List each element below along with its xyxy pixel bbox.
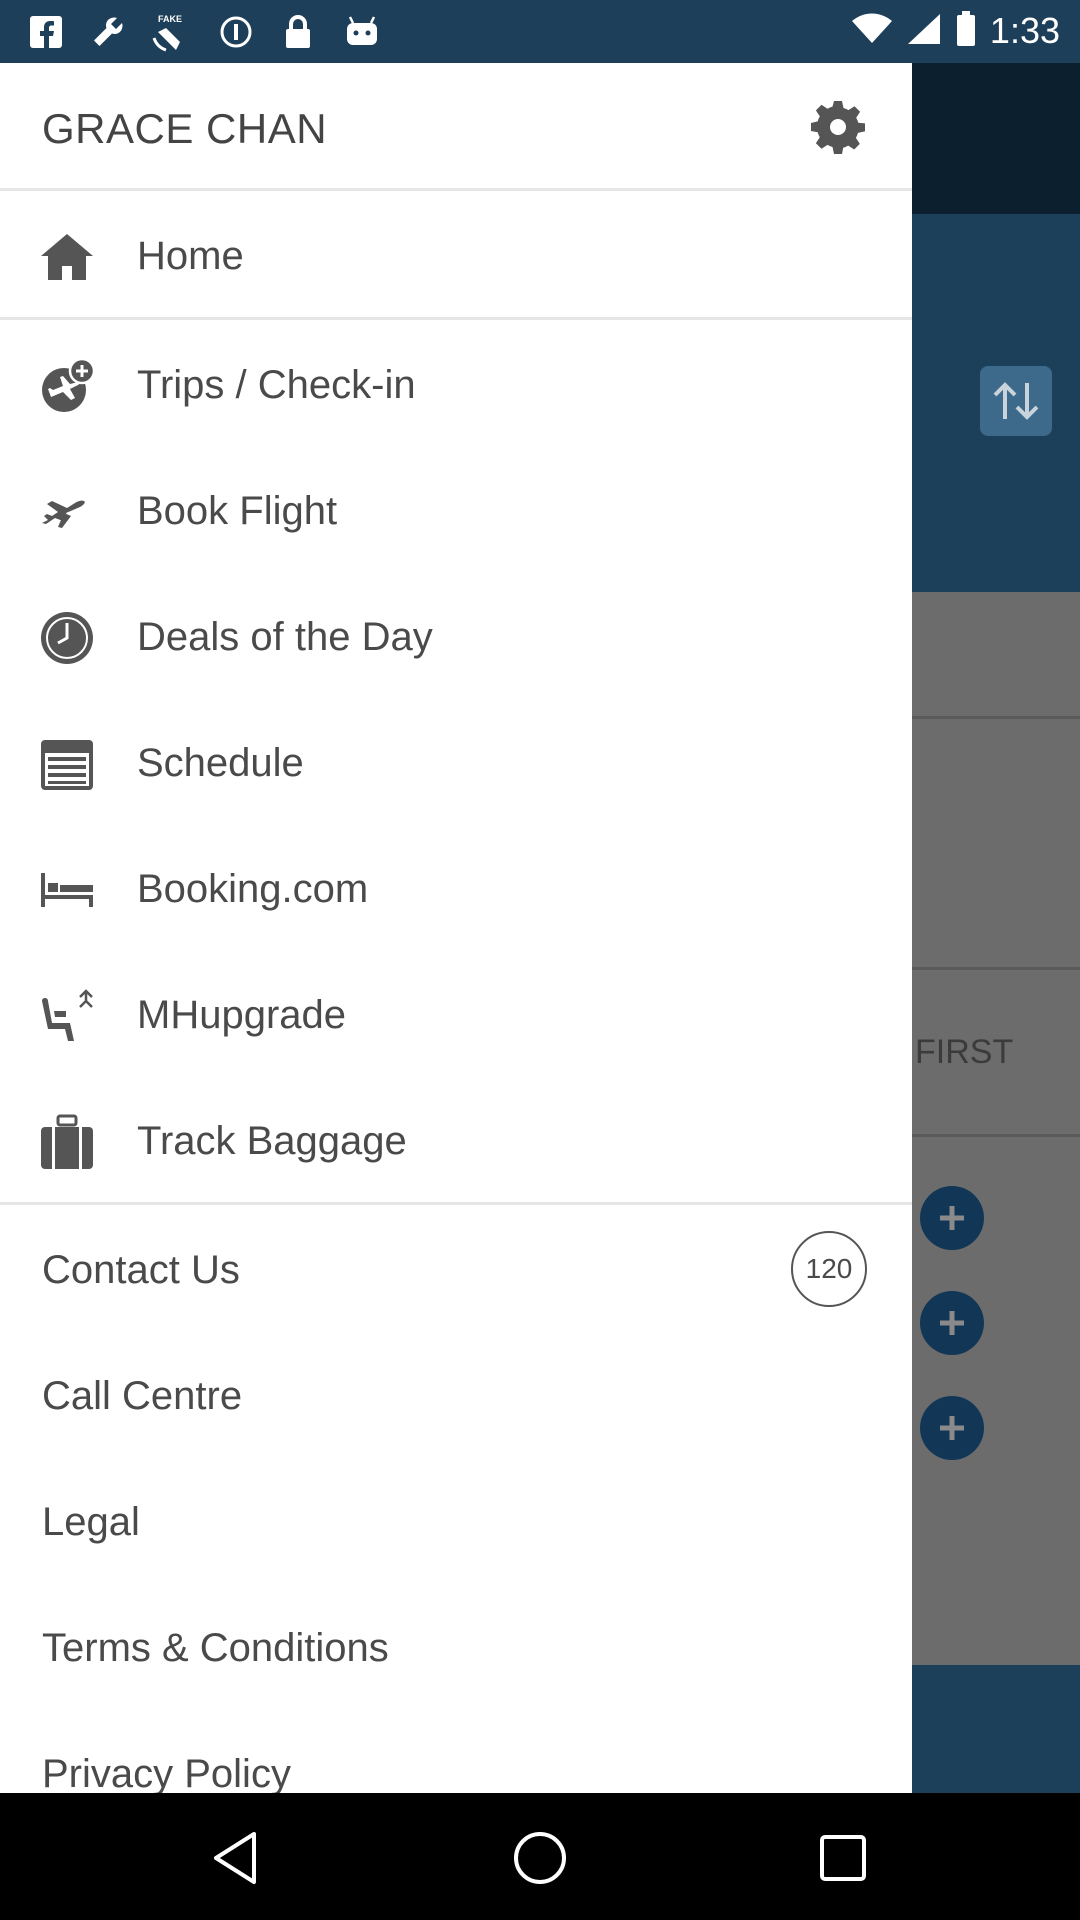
plus-circle-icon[interactable] <box>920 1186 984 1250</box>
nav-item-schedule[interactable]: Schedule <box>0 699 912 825</box>
nav-item-label: Booking.com <box>137 867 369 911</box>
seat-upgrade-icon <box>38 987 96 1045</box>
fake-gps-icon: FAKE <box>150 12 190 52</box>
nav-item-label: Schedule <box>137 741 304 785</box>
lock-icon <box>278 12 318 52</box>
nav-item-deals-of-the-day[interactable]: Deals of the Day <box>0 573 912 699</box>
signal-icon <box>906 12 942 51</box>
trips-checkin-icon <box>38 357 96 415</box>
cabin-class-label[interactable]: FIRST <box>915 1033 1013 1072</box>
nav-item-booking-com[interactable]: Booking.com <box>0 825 912 951</box>
nav-item-label: Contact Us <box>42 1248 240 1292</box>
clock: 1:33 <box>989 10 1060 51</box>
plus-circle-icon[interactable] <box>920 1396 984 1460</box>
swap-arrows-icon[interactable] <box>980 366 1052 436</box>
nav-item-terms-conditions[interactable]: Terms & Conditions <box>0 1584 912 1710</box>
nav-item-label: Track Baggage <box>137 1119 407 1163</box>
gear-icon[interactable] <box>808 97 868 157</box>
nav-item-label: Privacy Policy <box>42 1752 291 1793</box>
nav-item-label: MHupgrade <box>137 993 347 1037</box>
divider <box>0 317 912 320</box>
battery-icon <box>956 10 976 52</box>
user-name: GRACE CHAN <box>42 105 328 152</box>
recents-icon[interactable] <box>808 1823 878 1893</box>
facebook-icon <box>26 12 66 52</box>
clock-icon <box>38 609 96 667</box>
plus-circle-icon[interactable] <box>920 1291 984 1355</box>
nav-item-book-flight[interactable]: Book Flight <box>0 447 912 573</box>
nav-item-label: Call Centre <box>42 1374 243 1418</box>
nav-item-contact-us[interactable]: Contact Us 120 <box>0 1206 912 1332</box>
home-circle-icon[interactable] <box>505 1823 575 1893</box>
schedule-icon <box>38 735 96 793</box>
nav-item-label: Terms & Conditions <box>42 1626 389 1670</box>
svg-text:FAKE: FAKE <box>158 14 182 24</box>
navigation-drawer: GRACE CHAN Home Trips / Check-in Book Fl… <box>0 63 912 1793</box>
drawer-header: GRACE CHAN <box>0 63 912 189</box>
bed-icon <box>38 861 96 919</box>
status-bar: FAKE 1:33 <box>0 0 1080 63</box>
header-divider <box>0 188 912 191</box>
wrench-icon <box>88 12 128 52</box>
nav-item-label: Home <box>137 234 244 278</box>
nav-item-label: Book Flight <box>137 489 338 533</box>
nav-item-track-baggage[interactable]: Track Baggage <box>0 1077 912 1203</box>
divider <box>0 1202 912 1205</box>
nav-item-home[interactable]: Home <box>0 192 912 318</box>
nav-item-mhupgrade[interactable]: MHupgrade <box>0 951 912 1077</box>
baggage-icon <box>38 1113 96 1171</box>
nav-item-label: Trips / Check-in <box>137 363 416 407</box>
nav-item-label: Deals of the Day <box>137 615 433 659</box>
system-navigation-bar <box>0 1793 1080 1920</box>
info-icon <box>216 12 256 52</box>
contact-count-badge: 120 <box>791 1231 867 1307</box>
nav-item-legal[interactable]: Legal <box>0 1458 912 1584</box>
nav-item-privacy-policy[interactable]: Privacy Policy <box>0 1710 912 1793</box>
nav-item-trips-checkin[interactable]: Trips / Check-in <box>0 321 912 447</box>
android-icon <box>342 12 382 52</box>
nav-item-call-centre[interactable]: Call Centre <box>0 1332 912 1458</box>
wifi-icon <box>851 13 892 50</box>
airplane-icon <box>38 483 96 541</box>
nav-item-label: Legal <box>42 1500 140 1544</box>
home-icon <box>38 228 96 286</box>
back-icon[interactable] <box>200 1823 270 1893</box>
